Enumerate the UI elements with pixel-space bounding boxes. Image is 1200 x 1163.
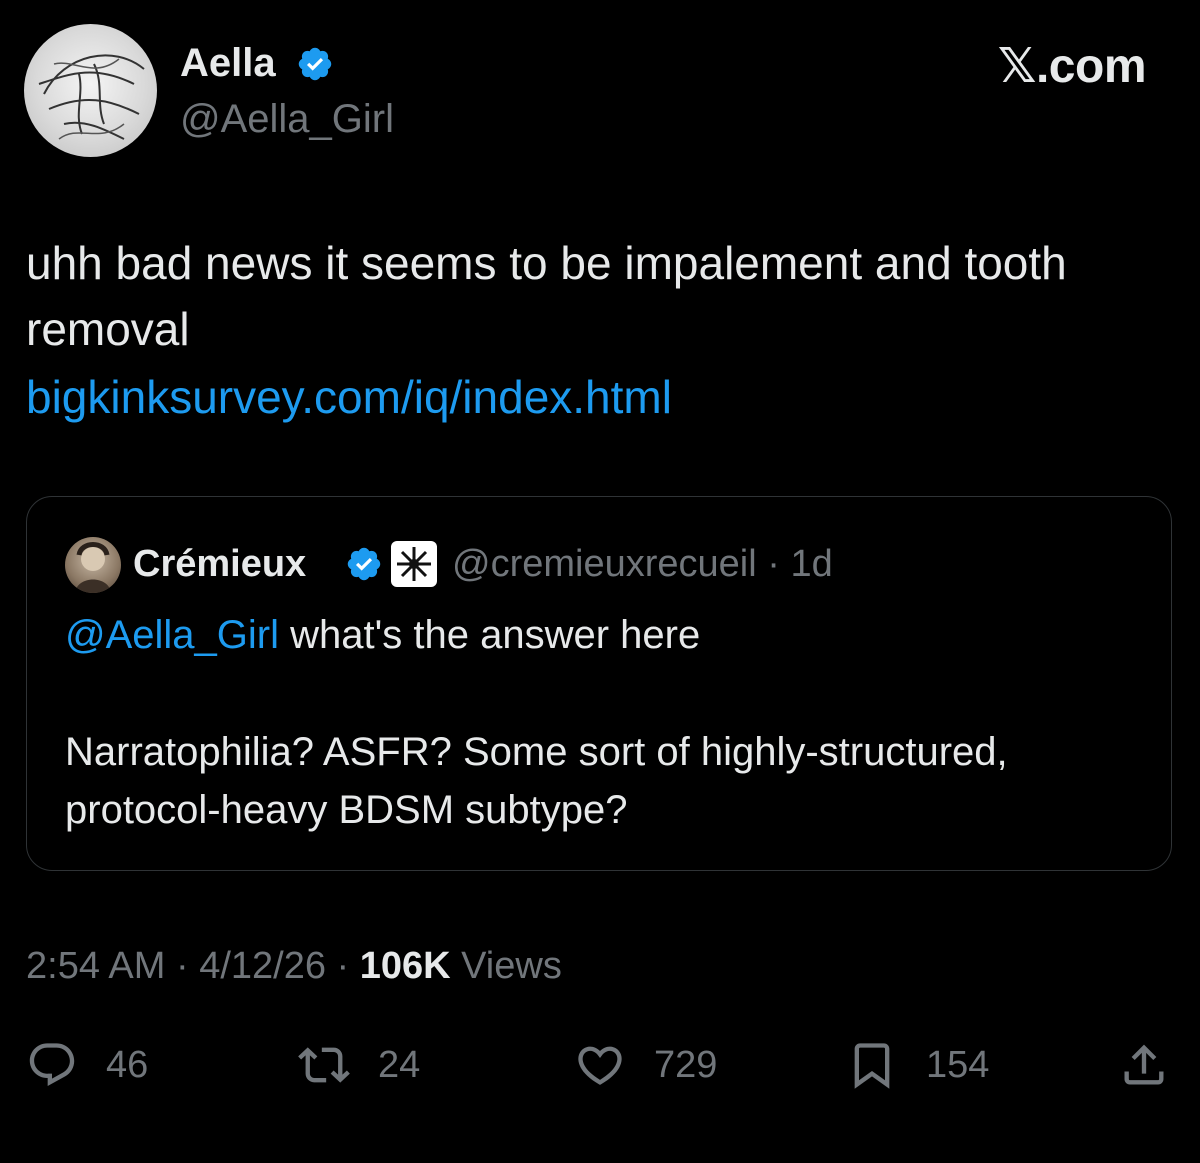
repost-icon [298, 1047, 350, 1083]
quoted-author-name[interactable]: Crémieux [133, 541, 306, 587]
tweet-time-date[interactable]: 2:54 AM · 4/12/26 · [26, 945, 360, 987]
reply-count: 46 [106, 1043, 149, 1086]
like-count: 729 [654, 1043, 718, 1086]
verified-badge-icon [298, 47, 332, 81]
action-bar: 46 24 729 154 [0, 1030, 1200, 1100]
quoted-mention[interactable]: @Aella_Girl [65, 613, 279, 657]
share-icon [1124, 1044, 1164, 1085]
reply-icon [29, 1043, 75, 1087]
brand-watermark: 𝕏.com [997, 40, 1147, 93]
tweet-link[interactable]: bigkinksurvey.com/iq/index.html [26, 364, 672, 430]
author-avatar[interactable] [24, 24, 157, 157]
repost-button[interactable]: 24 [298, 1030, 420, 1100]
share-button[interactable] [1118, 1030, 1170, 1100]
quoted-body: Narratophilia? ASFR? Some sort of highly… [65, 730, 1008, 832]
quoted-tweet[interactable]: Crémieux @cremieuxrecueil · 1d @Aella_Gi… [26, 496, 1172, 871]
quoted-first-line: @Aella_Girl what's the answer here [65, 609, 700, 661]
author-handle[interactable]: @Aella_Girl [180, 96, 394, 142]
tweet-text: uhh bad news it seems to be impalement a… [26, 237, 1067, 355]
quoted-first-line-text: what's the answer here [279, 613, 701, 657]
quoted-author-avatar[interactable] [65, 537, 121, 593]
repost-count: 24 [378, 1043, 421, 1086]
tweet-metadata: 2:54 AM · 4/12/26 · 106K Views [26, 942, 562, 990]
affiliation-badge-icon [391, 541, 437, 587]
author-name[interactable]: Aella [180, 40, 276, 86]
quoted-handle-time[interactable]: @cremieuxrecueil · 1d [452, 541, 833, 587]
views-label: Views [450, 945, 562, 987]
bookmark-button[interactable]: 154 [846, 1030, 989, 1100]
views-count: 106K [359, 945, 451, 987]
like-icon [578, 1046, 622, 1085]
like-button[interactable]: 729 [574, 1030, 717, 1100]
bookmark-count: 154 [926, 1043, 990, 1086]
bookmark-icon [854, 1043, 890, 1089]
reply-button[interactable]: 46 [26, 1030, 148, 1100]
verified-badge-icon [347, 547, 381, 581]
